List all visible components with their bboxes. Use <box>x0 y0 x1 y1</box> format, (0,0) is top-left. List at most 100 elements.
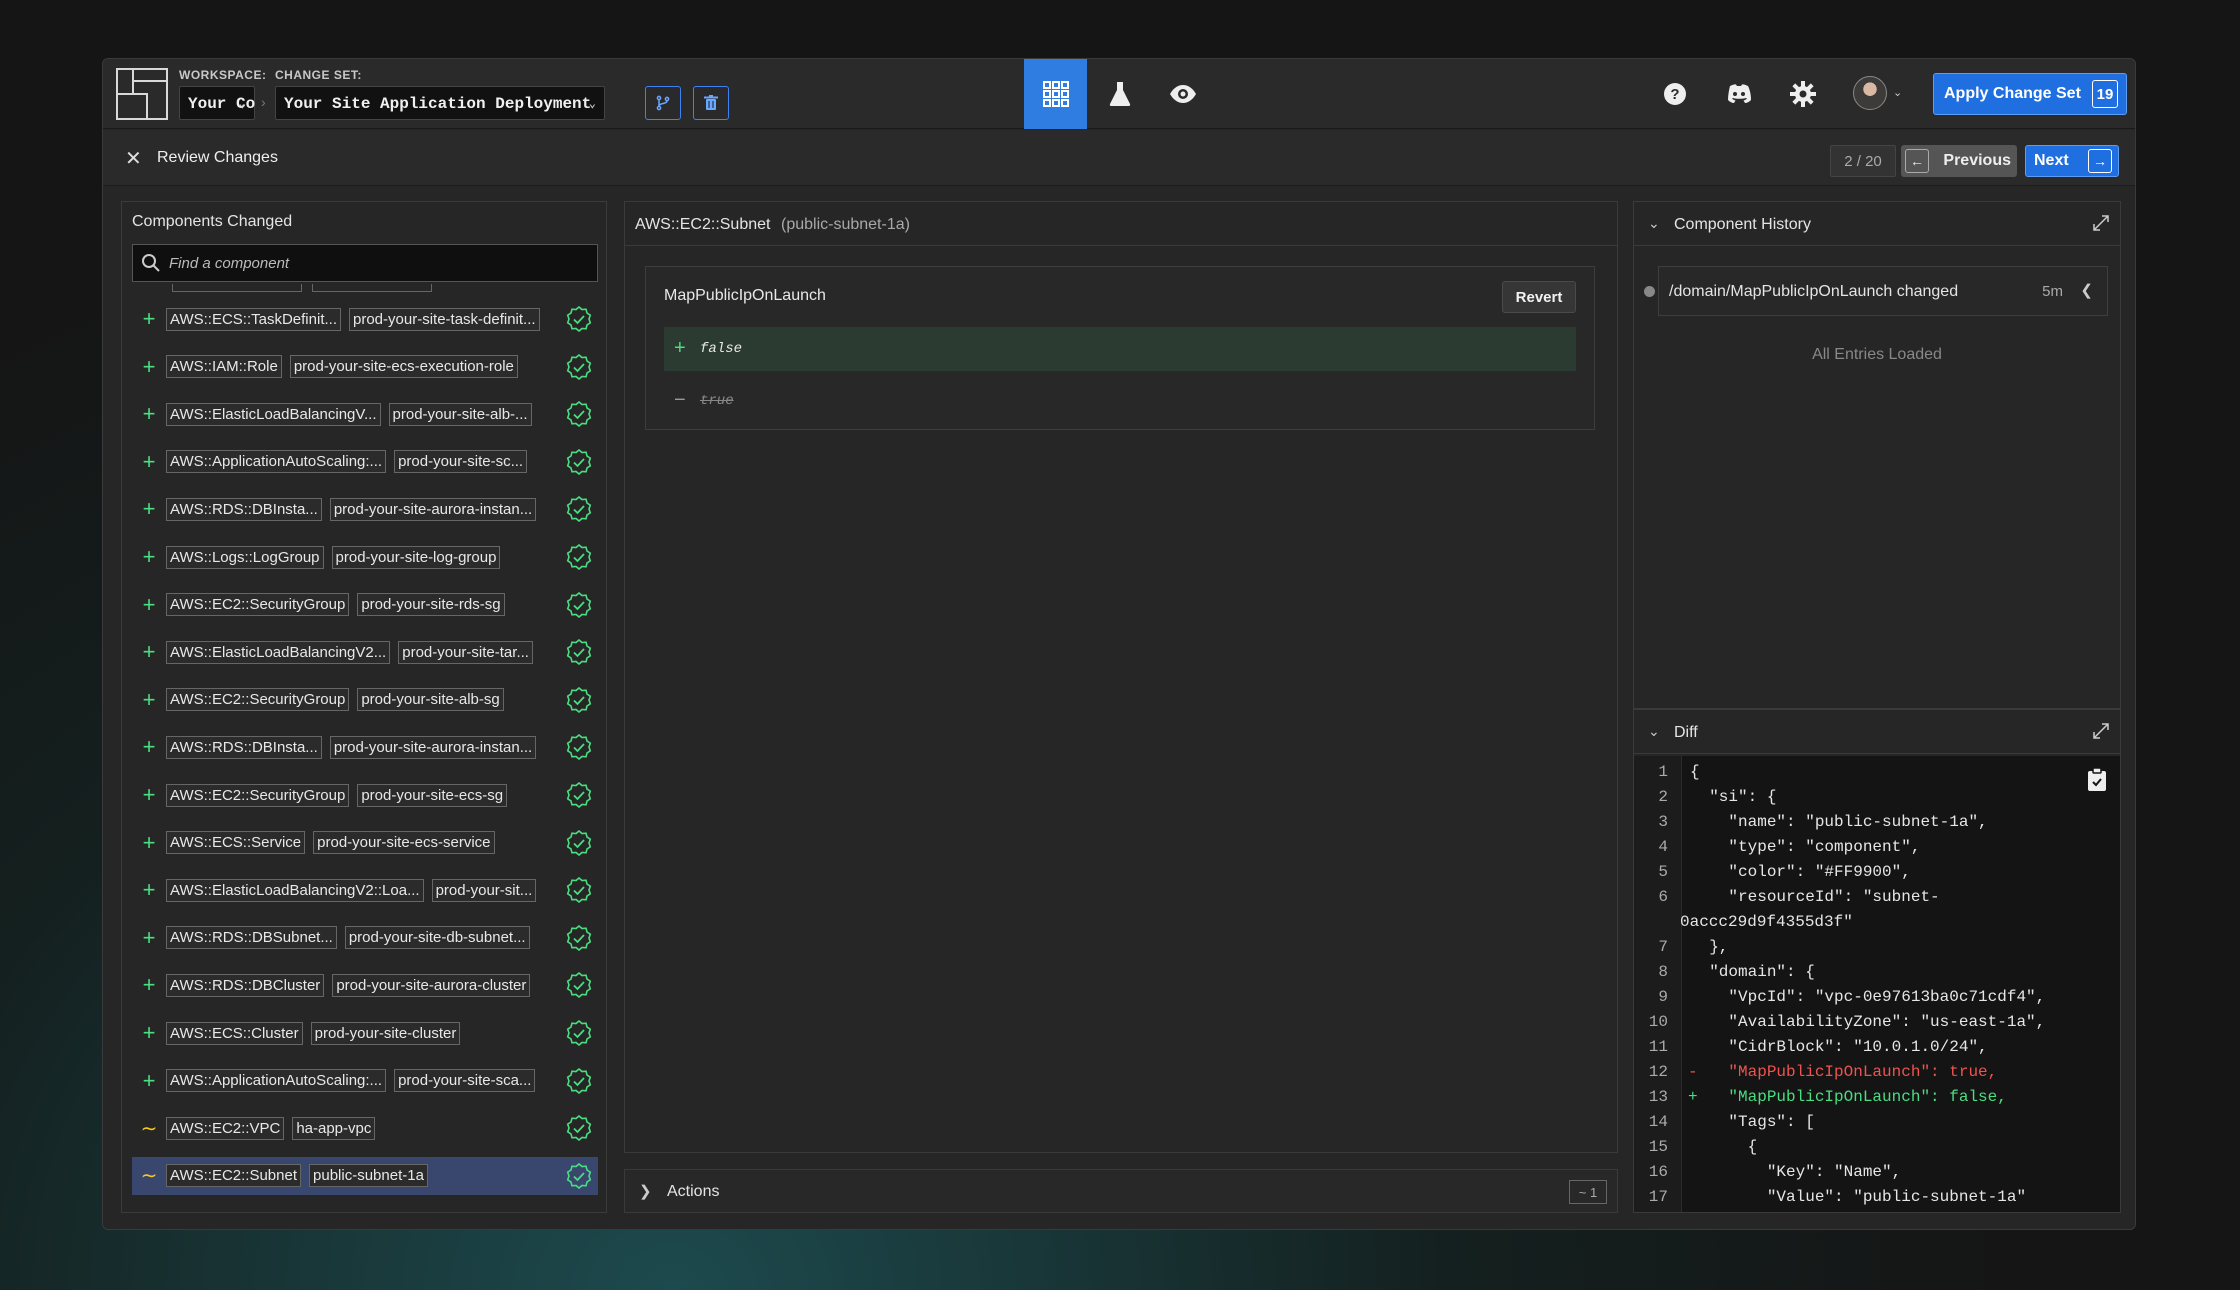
chevron-down-icon: ⌄ <box>1648 215 1660 231</box>
component-name-chip: prod-your-site-cluster <box>310 1021 461 1045</box>
close-icon[interactable]: ✕ <box>125 146 142 171</box>
grid-icon[interactable] <box>1024 59 1087 129</box>
list-item[interactable]: + AWS::EC2::SecurityGroup prod-your-site-a… <box>132 681 598 719</box>
list-item-partial <box>132 284 598 298</box>
list-item[interactable]: + AWS::ElasticLoadBalancingV2::Loa... prod… <box>132 871 598 909</box>
component-type-chip: AWS::EC2::SecurityGroup <box>166 593 350 617</box>
list-item[interactable]: + AWS::RDS::DBCluster prod-your-site-auror… <box>132 966 598 1004</box>
history-entry[interactable]: /domain/MapPublicIpOnLaunch changed 5m ❮ <box>1658 266 2108 316</box>
added-icon: + <box>142 496 156 522</box>
chevron-down-icon[interactable]: ⌄ <box>1893 86 1902 99</box>
list-item[interactable]: + AWS::ApplicationAutoScaling:... prod-you… <box>132 1062 598 1100</box>
workspace-select[interactable]: Your Co ⌄ <box>179 86 255 120</box>
added-icon: + <box>142 686 156 712</box>
added-icon: + <box>142 924 156 950</box>
line-number: 8 <box>1658 963 1668 981</box>
eye-icon[interactable] <box>1151 59 1214 129</box>
component-name-chip: prod-your-site-aurora-instan... <box>329 735 537 759</box>
component-name-chip: prod-your-site-task-definit... <box>349 307 540 331</box>
component-type-chip: AWS::RDS::DBSubnet... <box>166 926 337 950</box>
top-bar: WORKSPACE: Your Co ⌄ › CHANGE SET: Your … <box>103 59 2135 129</box>
check-badge-icon <box>566 448 592 475</box>
detail-header: AWS::EC2::Subnet (public-subnet-1a) <box>625 202 1617 246</box>
trash-icon[interactable] <box>693 86 729 120</box>
list-item[interactable]: + AWS::RDS::DBSubnet... prod-your-site-db-… <box>132 919 598 957</box>
actions-section[interactable]: ❯ Actions ~ 1 <box>624 1169 1618 1213</box>
component-type-chip: AWS::EC2::Subnet <box>166 1164 302 1188</box>
added-icon: + <box>142 829 156 855</box>
component-name-chip: prod-your-sit... <box>431 878 537 902</box>
old-value: true <box>700 393 734 409</box>
component-name-chip: prod-your-site-ecs-execution-role <box>289 355 518 379</box>
apply-change-set-button[interactable]: Apply Change Set 19 <box>1933 73 2127 115</box>
code-text: "Key": "Name", <box>1690 1163 1902 1181</box>
component-history-panel: ⌄ Component History /domain/MapPublicIpO… <box>1633 201 2121 709</box>
search-input[interactable] <box>169 245 589 281</box>
line-number: 10 <box>1648 1013 1668 1031</box>
component-name-chip: prod-your-site-aurora-cluster <box>332 973 531 997</box>
previous-button[interactable]: ← Previous <box>1901 145 2017 177</box>
expand-icon[interactable] <box>2092 214 2110 232</box>
list-item[interactable]: + AWS::Logs::LogGroup prod-your-site-log-g… <box>132 538 598 576</box>
list-item[interactable]: + AWS::RDS::DBInsta... prod-your-site-auro… <box>132 728 598 766</box>
line-number: 17 <box>1648 1188 1668 1206</box>
actions-label: Actions <box>667 1183 720 1200</box>
list-item[interactable]: + AWS::ECS::Service prod-your-site-ecs-ser… <box>132 824 598 862</box>
changeset-select[interactable]: Your Site Application Deployment ⌄ <box>275 86 605 120</box>
list-item[interactable]: + AWS::EC2::SecurityGroup prod-your-site-e… <box>132 776 598 814</box>
panel-title: Components Changed <box>132 213 293 230</box>
revert-button[interactable]: Revert <box>1502 281 1576 313</box>
breadcrumb-separator-icon: › <box>261 94 266 110</box>
list-item[interactable]: + AWS::ElasticLoadBalancingV... prod-your-… <box>132 395 598 433</box>
component-name-chip: prod-your-site-tar... <box>398 640 533 664</box>
component-detail-panel: AWS::EC2::Subnet (public-subnet-1a) MapP… <box>624 201 1618 1153</box>
page-title: Review Changes <box>157 149 278 166</box>
next-button[interactable]: Next → <box>2025 145 2119 177</box>
history-header[interactable]: ⌄ Component History <box>1634 202 2120 246</box>
discord-icon[interactable] <box>1721 76 1757 112</box>
search-box[interactable] <box>132 244 598 282</box>
code-line: 0accc29d9f4355d3f" <box>1634 910 2120 935</box>
avatar[interactable] <box>1853 76 1887 110</box>
component-name-chip: prod-your-site-sca... <box>394 1069 536 1093</box>
app-logo[interactable] <box>116 68 168 120</box>
help-icon[interactable]: ? <box>1657 76 1693 112</box>
code-line: 14 "Tags": [ <box>1634 1110 2120 1135</box>
list-item[interactable]: + AWS::IAM::Role prod-your-site-ecs-execut… <box>132 348 598 386</box>
added-icon: + <box>142 544 156 569</box>
component-type-chip: AWS::EC2::SecurityGroup <box>166 688 350 712</box>
code-line: 1{ <box>1634 760 2120 785</box>
list-item[interactable]: + AWS::RDS::DBInsta... prod-your-site-auro… <box>132 490 598 528</box>
list-item[interactable]: + AWS::ElasticLoadBalancingV2... prod-your… <box>132 633 598 671</box>
check-badge-icon <box>566 1067 592 1094</box>
modified-icon: ∼ <box>140 1165 158 1188</box>
code-text: 0accc29d9f4355d3f" <box>1680 913 1853 931</box>
component-name-chip: prod-your-site-db-subnet... <box>344 926 530 950</box>
diff-header[interactable]: ⌄ Diff <box>1634 710 2120 754</box>
code-text: "Tags": [ <box>1690 1113 1815 1131</box>
beaker-icon[interactable] <box>1088 59 1151 129</box>
code-line: 9 "VpcId": "vpc-0e97613ba0c71cdf4", <box>1634 985 2120 1010</box>
list-item[interactable]: + AWS::ApplicationAutoScaling:... prod-you… <box>132 443 598 481</box>
search-icon <box>142 254 160 272</box>
list-item[interactable]: + AWS::ECS::Cluster prod-your-site-cluster <box>132 1014 598 1052</box>
components-panel: Components Changed + AWS::ECS::TaskDefini… <box>121 201 607 1213</box>
review-bar: ✕ Review Changes 2 / 20 ← Previous Next … <box>103 130 2135 186</box>
code-line: 7 }, <box>1634 935 2120 960</box>
line-number: 9 <box>1658 988 1668 1006</box>
component-type-chip: AWS::Logs::LogGroup <box>166 545 324 569</box>
expand-icon[interactable] <box>2092 722 2110 740</box>
component-name: (public-subnet-1a) <box>781 216 910 233</box>
list-item[interactable]: ∼ AWS::EC2::VPC ha-app-vpc <box>132 1109 598 1147</box>
list-item[interactable]: ∼ AWS::EC2::Subnet public-subnet-1a <box>132 1156 598 1195</box>
component-name-chip: prod-your-site-sc... <box>394 450 528 474</box>
gear-icon[interactable] <box>1785 76 1821 112</box>
plus-icon: + <box>674 337 686 359</box>
list-item[interactable]: + AWS::EC2::SecurityGroup prod-your-site-r… <box>132 586 598 624</box>
added-icon: + <box>142 734 156 760</box>
property-name: MapPublicIpOnLaunch <box>664 287 826 304</box>
list-item[interactable]: + AWS::ECS::TaskDefinit... prod-your-site-… <box>132 300 598 338</box>
branch-icon[interactable] <box>645 86 681 120</box>
added-icon: + <box>142 353 156 379</box>
check-badge-icon <box>566 496 592 523</box>
